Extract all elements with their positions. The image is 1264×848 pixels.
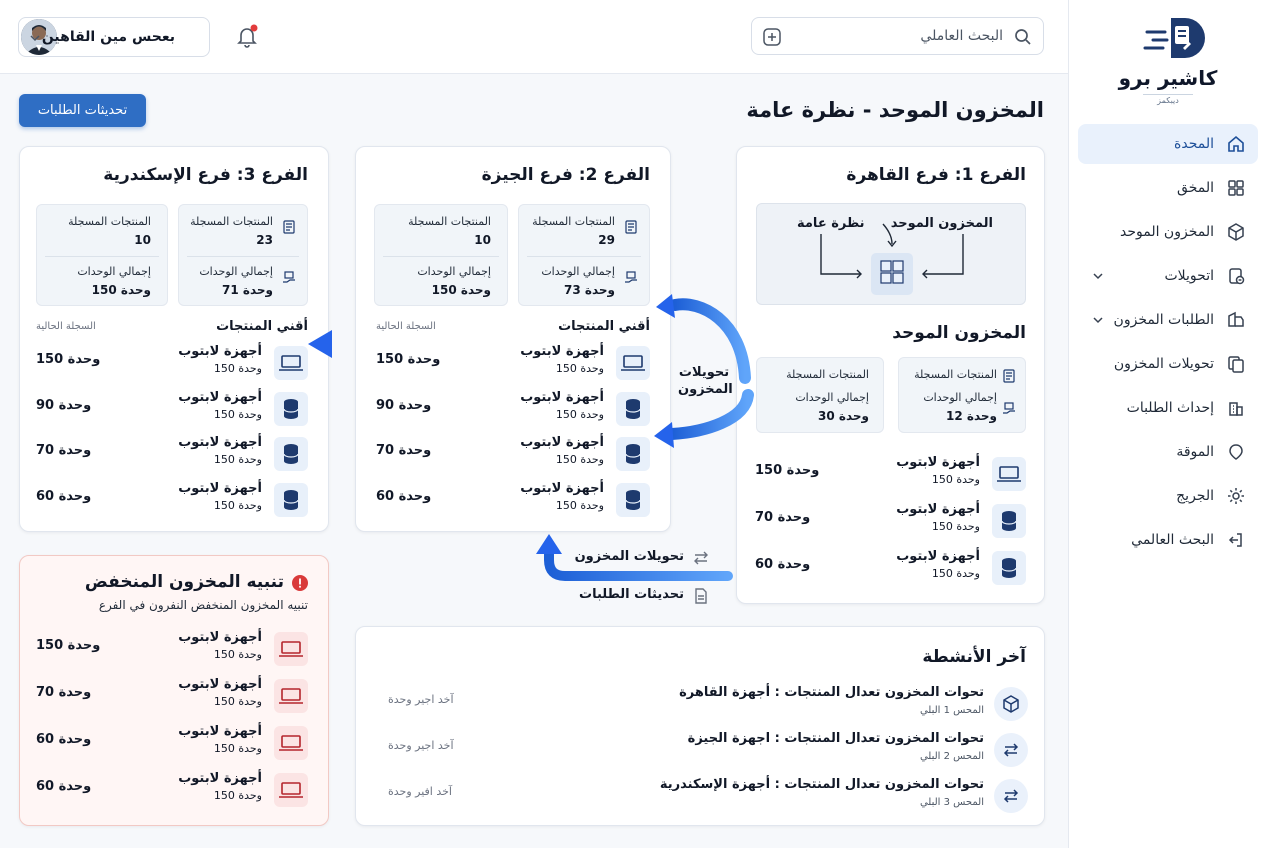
box-icon (994, 687, 1028, 721)
activity-item[interactable]: تحوات المخزون تعدال المنتجات : اجهزة الج… (372, 729, 1028, 773)
activity-title: تحوات المخزون تعدال المنتجات : أجهزة الق… (679, 685, 984, 700)
product-qty: 150 وحدة (213, 648, 262, 661)
low-stock-alert-card: تنبيه المخزون المنخفض تنبيه المخزون المن… (19, 555, 329, 826)
list-item: أجهزة لابتوب 150 وحدة 70 وحدة (36, 677, 308, 717)
document-icon (695, 588, 707, 604)
product-value: 70 وحدة (36, 685, 92, 700)
alert-title: تنبيه المخزون المنخفض (84, 572, 284, 592)
recent-activities-card: آخر الأنشطة تحوات المخزون تعدال المنتجات… (355, 626, 1045, 826)
product-qty: 150 وحدة (213, 789, 262, 802)
list-item: أجهزة لابتوب 150 وحدة 60 وحدة (36, 771, 308, 811)
transfer-icon (994, 779, 1028, 813)
laptop-icon (274, 632, 308, 666)
alert-subtitle: تنبيه المخزون المنخفض النفرون في الفرع (98, 598, 308, 612)
transfer-icon (694, 551, 708, 565)
activity-item[interactable]: تحوات المخزون تعدال المنتجات : أجهزة الق… (372, 683, 1028, 727)
activity-item[interactable]: تحوات المخزون تعدال المنتجات : أجهزة الإ… (372, 775, 1028, 819)
bottom-orders-label: تحديثات الطلبات (579, 587, 684, 602)
product-value: 150 وحدة (36, 638, 101, 653)
product-name: أجهزة لابتوب (178, 724, 262, 739)
activity-note: آخد اجير وحدة (388, 693, 454, 706)
product-name: أجهزة لابتوب (178, 677, 262, 692)
bottom-transfers-label: تحويلات المخزون (574, 549, 684, 564)
laptop-icon (274, 726, 308, 760)
list-item: أجهزة لابتوب 150 وحدة 150 وحدة (36, 630, 308, 670)
product-name: أجهزة لابتوب (178, 630, 262, 645)
laptop-icon (274, 773, 308, 807)
activity-subtitle: المحس 1 البلي (919, 705, 984, 716)
transfers-label: تحويلات المخزون (678, 365, 733, 397)
activity-title: تحوات المخزون تعدال المنتجات : اجهزة الج… (687, 731, 984, 746)
activity-subtitle: المحس 2 البلي (919, 751, 984, 762)
product-qty: 150 وحدة (213, 695, 262, 708)
transfer-arrow-left (308, 330, 385, 358)
product-qty: 150 وحدة (213, 742, 262, 755)
alert-icon (292, 575, 308, 591)
activities-title: آخر الأنشطة (922, 647, 1026, 667)
activity-note: آخد افير وحدة (388, 785, 452, 798)
activity-subtitle: المحس 3 البلي (919, 797, 984, 808)
product-value: 60 وحدة (36, 732, 92, 747)
activity-note: آخد اجير وحدة (388, 739, 454, 752)
product-name: أجهزة لابتوب (178, 771, 262, 786)
activity-title: تحوات المخزون تعدال المنتجات : أجهزة الإ… (659, 777, 984, 792)
product-value: 60 وحدة (36, 779, 92, 794)
transfer-icon (994, 733, 1028, 767)
laptop-icon (274, 679, 308, 713)
list-item: أجهزة لابتوب 150 وحدة 60 وحدة (36, 724, 308, 764)
